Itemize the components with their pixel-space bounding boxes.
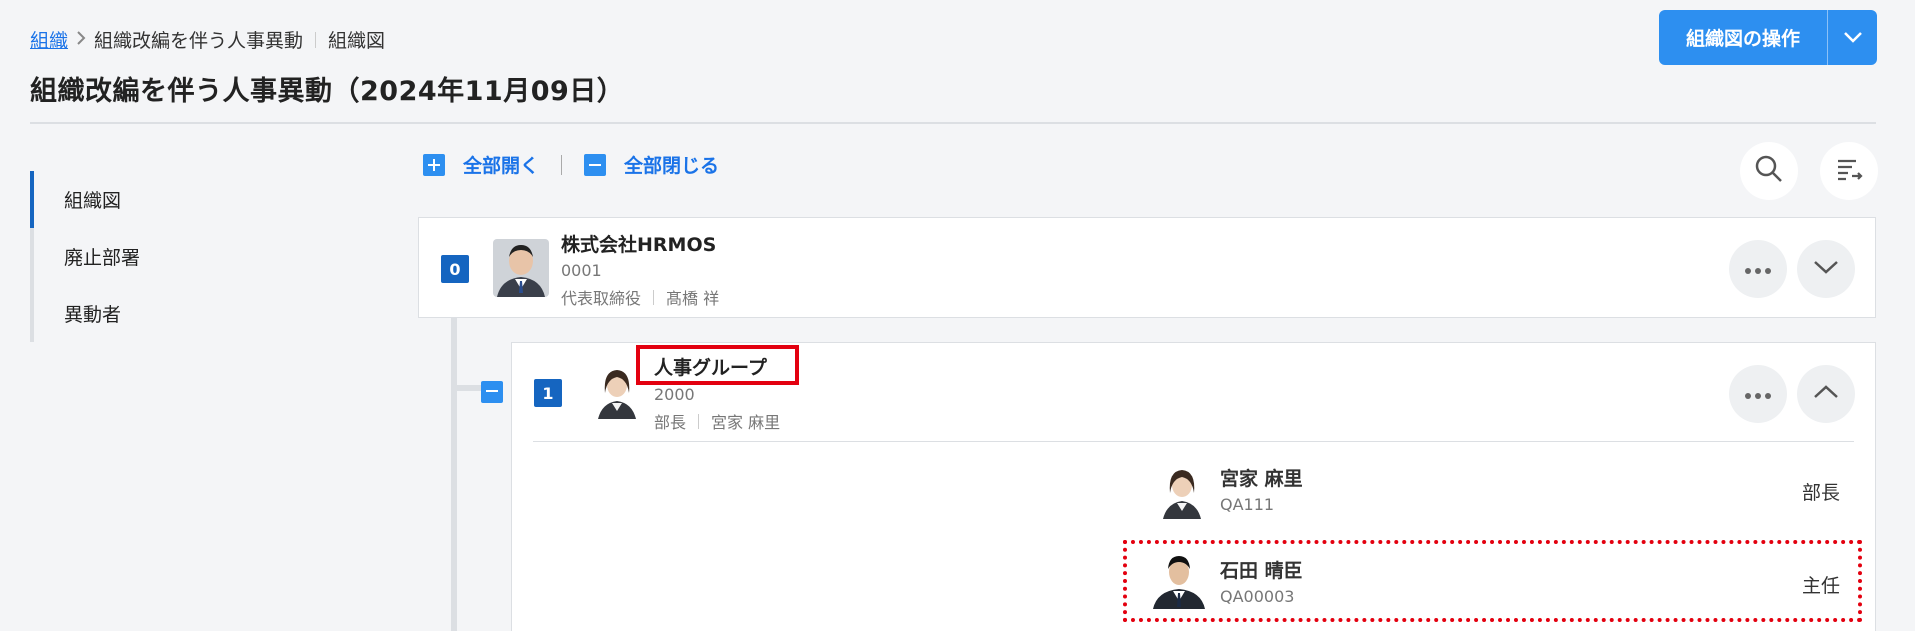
head-name: 宮家 麻里 [711, 413, 781, 432]
highlight-box-member [1123, 540, 1862, 622]
head-name: 髙橋 祥 [666, 289, 720, 308]
expand-all-label: 全部開く [463, 155, 540, 177]
head-divider [698, 413, 700, 429]
chevron-down-icon [1813, 259, 1839, 279]
level-badge: 1 [534, 379, 562, 407]
org-chart-operations-button: 組織図の操作 [1659, 10, 1877, 65]
sort-list-icon [1834, 154, 1864, 188]
minus-icon [584, 153, 607, 176]
sidebar-item-transferees[interactable]: 異動者 [34, 285, 330, 342]
tree-line-horizontal [457, 385, 481, 391]
org-card-root: 0 株式会社HRMOS 0001 代表取締役 髙橋 祥 [418, 217, 1876, 318]
more-horizontal-icon [1744, 260, 1772, 279]
level-badge: 0 [441, 255, 469, 283]
card-divider [533, 441, 1854, 442]
member-name[interactable]: 宮家 麻里 [1220, 464, 1303, 491]
collapse-button[interactable] [1797, 365, 1855, 423]
head-title: 代表取締役 [561, 289, 642, 308]
avatar [1157, 463, 1207, 519]
head-title: 部長 [654, 413, 687, 432]
tree-toolbar: 全部開く 全部閉じる [423, 151, 719, 178]
collapse-all-label: 全部閉じる [624, 155, 720, 177]
breadcrumb: 組織 組織改編を伴う人事異動 組織図 [30, 26, 385, 53]
header-divider [30, 122, 1876, 124]
tree-line-vertical [451, 318, 457, 631]
more-options-button[interactable] [1729, 365, 1787, 423]
expand-all-button[interactable]: 全部開く [423, 151, 539, 178]
chevron-up-icon [1813, 384, 1839, 404]
more-options-button[interactable] [1729, 240, 1787, 298]
breadcrumb-sub: 組織図 [328, 30, 386, 52]
chevron-down-icon [1843, 28, 1863, 47]
page-title: 組織改編を伴う人事異動（2024年11月09日） [30, 76, 625, 107]
org-name[interactable]: 株式会社HRMOS [561, 230, 716, 257]
operations-dropdown-toggle[interactable] [1827, 10, 1877, 65]
head-divider [653, 289, 655, 305]
expand-button[interactable] [1797, 240, 1855, 298]
org-chart-operations-main[interactable]: 組織図の操作 [1659, 10, 1827, 65]
toolbar-divider [561, 154, 563, 175]
chevron-right-icon [76, 30, 86, 49]
collapse-all-button[interactable]: 全部閉じる [584, 151, 719, 178]
org-head: 代表取締役 髙橋 祥 [561, 285, 719, 309]
sidebar-item-org-chart[interactable]: 組織図 [30, 171, 330, 228]
minus-icon [485, 383, 499, 402]
breadcrumb-current: 組織改編を伴う人事異動 [94, 30, 304, 52]
org-code: 2000 [654, 385, 695, 404]
collapse-node-button[interactable] [481, 381, 503, 403]
avatar [493, 239, 549, 297]
search-icon [1754, 154, 1784, 188]
sort-button[interactable] [1820, 142, 1878, 200]
org-head: 部長 宮家 麻里 [654, 409, 780, 433]
avatar [592, 363, 642, 419]
more-horizontal-icon [1744, 385, 1772, 404]
org-code: 0001 [561, 261, 602, 280]
plus-icon [423, 153, 445, 176]
breadcrumb-divider [315, 31, 317, 48]
search-button[interactable] [1740, 142, 1798, 200]
sidebar-nav: 組織図 廃止部署 異動者 [30, 171, 330, 342]
highlight-box-org-name [636, 345, 799, 385]
breadcrumb-link-org[interactable]: 組織 [30, 26, 68, 53]
member-position: 部長 [1802, 482, 1841, 504]
sidebar-item-abolished-departments[interactable]: 廃止部署 [34, 228, 330, 285]
member-code: QA111 [1220, 495, 1275, 514]
